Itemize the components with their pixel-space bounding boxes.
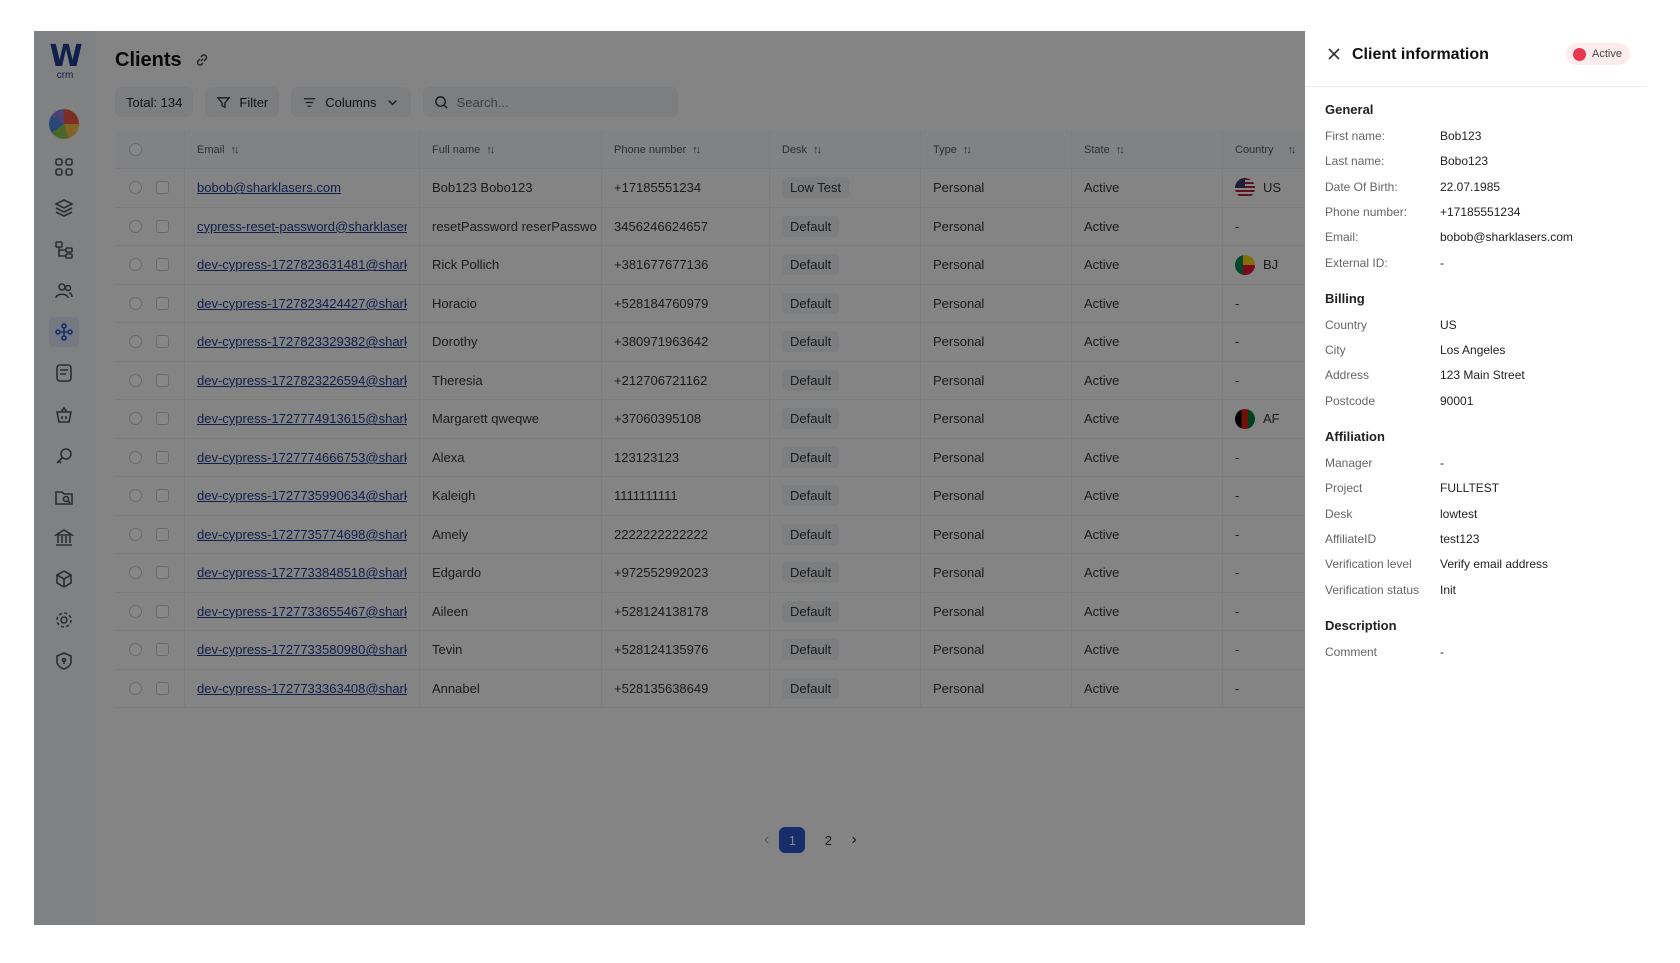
field-label: Email:: [1325, 230, 1359, 245]
info-field: Address 123 Main Street: [1325, 368, 1625, 382]
close-icon[interactable]: [1325, 45, 1343, 63]
field-label: Phone number:: [1325, 204, 1408, 219]
info-field: External ID: -: [1325, 256, 1625, 270]
field-value: +17185551234: [1440, 204, 1521, 219]
field-label: Postcode: [1325, 393, 1376, 408]
client-info-drawer: Client information Active General First n…: [1305, 31, 1647, 925]
status-badge: Active: [1566, 43, 1630, 65]
field-label: Verification level: [1325, 557, 1412, 572]
section-title: Affiliation: [1325, 429, 1385, 444]
field-label: Project: [1325, 481, 1363, 496]
field-value: Bob123: [1440, 129, 1482, 143]
field-label: Manager: [1325, 456, 1373, 470]
field-label: Comment: [1325, 644, 1378, 659]
info-field: Verification status Init: [1325, 583, 1625, 597]
field-value: -: [1440, 456, 1444, 470]
field-label: Address: [1325, 368, 1370, 383]
section-title: Billing: [1325, 290, 1365, 306]
info-field: Manager -: [1325, 456, 1625, 470]
field-label: First name:: [1325, 129, 1386, 143]
field-value: Init: [1440, 582, 1457, 597]
field-label: Desk: [1325, 506, 1353, 521]
field-label: Country: [1325, 317, 1368, 332]
app-window: W crm Clients Total: 134 Filter Columns …: [34, 31, 1647, 925]
info-field: Date Of Birth: 22.07.1985: [1325, 180, 1625, 194]
section-title: Description: [1325, 617, 1397, 633]
field-value: Los Angeles: [1440, 343, 1506, 358]
field-label: Date Of Birth:: [1325, 179, 1398, 194]
field-value: US: [1440, 317, 1457, 332]
info-field: Phone number: +17185551234: [1325, 205, 1625, 219]
info-field: Country US: [1325, 318, 1625, 332]
info-field: Verification level Verify email address: [1325, 557, 1625, 571]
info-field: Desk lowtest: [1325, 507, 1625, 521]
field-value: 90001: [1440, 393, 1474, 408]
status-dot: [1573, 47, 1586, 61]
field-value: FULLTEST: [1440, 481, 1500, 496]
status-label: Active: [1592, 48, 1622, 60]
info-field: City Los Angeles: [1325, 343, 1625, 357]
drawer-header: Client information Active: [1305, 31, 1647, 87]
info-field: First name: Bob123: [1325, 129, 1625, 143]
clients-page: W crm Clients Total: 134 Filter Columns …: [34, 31, 1305, 925]
field-value: Bobo123: [1440, 154, 1489, 169]
info-field: Comment -: [1325, 645, 1625, 659]
field-value: -: [1440, 255, 1444, 270]
field-label: Verification status: [1325, 582, 1420, 597]
info-field: Last name: Bobo123: [1325, 154, 1625, 168]
field-value: test123: [1440, 531, 1480, 546]
field-value: 22.07.1985: [1440, 179, 1501, 194]
field-label: Last name:: [1325, 154, 1385, 169]
info-field: Project FULLTEST: [1325, 481, 1625, 495]
drawer-title: Client information: [1352, 46, 1489, 63]
info-field: AffiliateID test123: [1325, 532, 1625, 546]
field-value: -: [1440, 644, 1444, 659]
field-value: bobob@sharklasers.com: [1440, 230, 1573, 245]
modal-backdrop[interactable]: [34, 31, 1305, 925]
section-title: General: [1325, 102, 1374, 117]
field-label: External ID:: [1325, 255, 1388, 270]
field-label: AffiliateID: [1325, 531, 1377, 546]
field-label: City: [1325, 343, 1346, 358]
field-value: lowtest: [1440, 506, 1478, 521]
field-value: 123 Main Street: [1440, 368, 1525, 383]
info-field: Email: bobob@sharklasers.com: [1325, 230, 1625, 244]
info-field: Postcode 90001: [1325, 394, 1625, 408]
field-value: Verify email address: [1440, 557, 1549, 572]
